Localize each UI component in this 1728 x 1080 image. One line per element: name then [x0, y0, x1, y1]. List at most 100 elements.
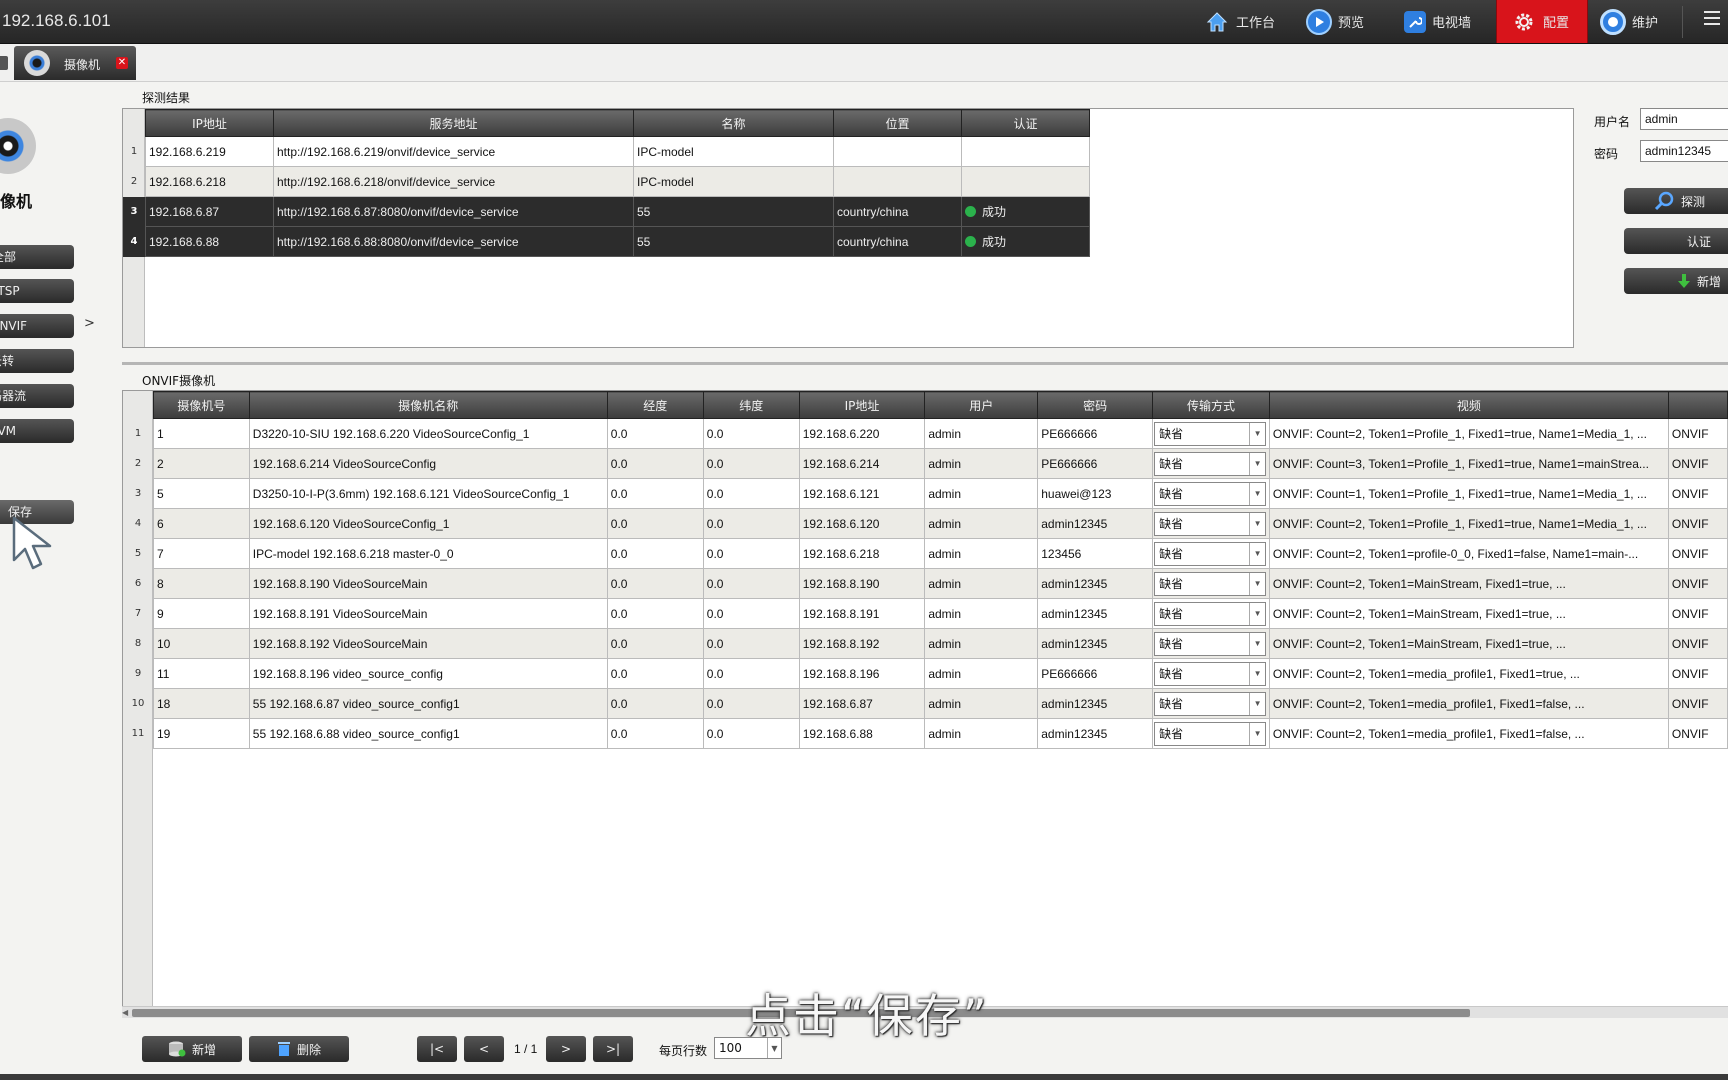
- sidebar-item-rtsp[interactable]: RTSP: [0, 279, 74, 303]
- name-cell: D3250-10-I-P(3.6mm) 192.168.6.121 VideoS…: [248, 478, 608, 509]
- column-header[interactable]: 密码: [1037, 391, 1154, 419]
- video-cell: ONVIF: Count=2, Token1=MainStream, Fixed…: [1268, 568, 1669, 599]
- nav-config[interactable]: 配置: [1496, 0, 1588, 43]
- table-row[interactable]: 192.168.6.88 http://192.168.6.88:8080/onv…: [145, 226, 1090, 257]
- column-header[interactable]: 认证: [961, 109, 1090, 137]
- transport-select[interactable]: 缺省 ▼: [1154, 721, 1267, 746]
- table-row[interactable]: 9 192.168.8.191 VideoSourceMain 0.0 0.0 192.…: [153, 598, 1728, 629]
- add-device-button[interactable]: 新增: [1624, 268, 1728, 294]
- name-cell: 192.168.8.192 VideoSourceMain: [248, 628, 608, 659]
- username-input[interactable]: admin: [1640, 108, 1728, 130]
- tab-label: 摄像机: [64, 58, 101, 72]
- auth-button[interactable]: 认证: [1624, 228, 1728, 254]
- column-header[interactable]: IP地址: [798, 391, 926, 419]
- nav-tv-wall[interactable]: 电视墙: [1404, 0, 1494, 43]
- column-header[interactable]: 视频: [1268, 391, 1669, 419]
- chevron-down-icon: ▼: [1249, 542, 1265, 565]
- id-cell: 2: [153, 448, 250, 479]
- transport-select[interactable]: 缺省 ▼: [1154, 661, 1267, 686]
- table-row[interactable]: 10 192.168.8.192 VideoSourceMain 0.0 0.0 192…: [153, 628, 1728, 659]
- transport-value: 缺省: [1159, 546, 1184, 561]
- column-header[interactable]: 服务地址: [273, 109, 634, 137]
- table-row[interactable]: 18 55 192.168.6.87 video_source_config1 0.…: [153, 688, 1728, 719]
- name-cell: 192.168.8.190 VideoSourceMain: [248, 568, 608, 599]
- name-cell: 192.168.8.196 video_source_config: [248, 658, 608, 689]
- add-camera-button[interactable]: 新增: [142, 1036, 242, 1062]
- pwd-cell: PE666666: [1037, 418, 1154, 449]
- column-header[interactable]: 纬度: [702, 391, 800, 419]
- table-row[interactable]: 5 D3250-10-I-P(3.6mm) 192.168.6.121 Video…: [153, 478, 1728, 509]
- table-row[interactable]: 1 D3220-10-SIU 192.168.6.220 VideoSourceC…: [153, 418, 1728, 449]
- delete-button[interactable]: 删除: [249, 1036, 349, 1062]
- transport-select[interactable]: 缺省 ▼: [1154, 451, 1267, 476]
- transport-select[interactable]: 缺省 ▼: [1154, 601, 1267, 626]
- video-cell: ONVIF: Count=3, Token1=Profile_1, Fixed1…: [1268, 448, 1669, 479]
- table-row[interactable]: 192.168.6.87 http://192.168.6.87:8080/onv…: [145, 196, 1090, 227]
- transport-select[interactable]: 缺省 ▼: [1154, 631, 1267, 656]
- tab-camera[interactable]: 摄像机 ✕: [14, 46, 136, 80]
- chevron-down-icon: ▼: [1249, 692, 1265, 715]
- table-row[interactable]: 192.168.6.219 http://192.168.6.219/onvif/…: [145, 136, 1090, 167]
- table-row[interactable]: 8 192.168.8.190 VideoSourceMain 0.0 0.0 192.…: [153, 568, 1728, 599]
- column-header[interactable]: [1667, 391, 1728, 419]
- nav-workbench[interactable]: 工作台: [1204, 0, 1290, 43]
- scroll-left-icon[interactable]: ◀: [122, 1008, 128, 1017]
- first-page-button[interactable]: |<: [417, 1036, 457, 1062]
- row-number: 3: [123, 197, 145, 227]
- pwd-cell: admin12345: [1037, 688, 1154, 719]
- transport-select[interactable]: 缺省 ▼: [1154, 421, 1267, 446]
- transport-select[interactable]: 缺省 ▼: [1154, 481, 1267, 506]
- user-cell: admin: [924, 628, 1039, 659]
- transport-select[interactable]: 缺省 ▼: [1154, 541, 1267, 566]
- per-page-select[interactable]: 100 ▼: [714, 1037, 782, 1059]
- row-number: 5: [134, 548, 142, 559]
- column-header[interactable]: 摄像机名称: [248, 391, 608, 419]
- last-page-button[interactable]: >|: [593, 1036, 633, 1062]
- tab-strip: 摄像机 ✕: [0, 44, 1728, 82]
- sidebar-item-cloud[interactable]: 云转: [0, 349, 74, 373]
- table-row[interactable]: 192.168.6.218 http://192.168.6.218/onvif/…: [145, 166, 1090, 197]
- row-number: 3: [134, 488, 142, 499]
- top-bar: 192.168.6.101 工作台 预览 电视墙 配置 维护: [0, 0, 1728, 44]
- close-icon[interactable]: ✕: [116, 57, 128, 69]
- column-header[interactable]: IP地址: [145, 109, 274, 137]
- video-cell: ONVIF: Count=1, Token1=Profile_1, Fixed1…: [1268, 478, 1669, 509]
- table-row[interactable]: 2 192.168.6.214 VideoSourceConfig 0.0 0.0 19…: [153, 448, 1728, 479]
- sidebar-item-avm[interactable]: AVM: [0, 419, 74, 443]
- sidebar-item-all[interactable]: 全部: [0, 245, 74, 269]
- table-row[interactable]: 7 IPC-model 192.168.6.218 master-0_0 0.0 0.…: [153, 538, 1728, 569]
- nav-preview[interactable]: 预览: [1306, 0, 1382, 43]
- transport-select[interactable]: 缺省 ▼: [1154, 571, 1267, 596]
- lat-cell: 0.0: [702, 568, 800, 599]
- video-cell: ONVIF: Count=2, Token1=MainStream, Fixed…: [1268, 628, 1669, 659]
- table-row[interactable]: 11 192.168.8.196 video_source_config 0.0 0.…: [153, 658, 1728, 689]
- prev-page-button[interactable]: <: [464, 1036, 504, 1062]
- extra-cell: ONVIF: [1667, 718, 1728, 749]
- table-row[interactable]: 19 55 192.168.6.88 video_source_config1 0.…: [153, 718, 1728, 749]
- transport-select[interactable]: 缺省 ▼: [1154, 691, 1267, 716]
- lat-cell: 0.0: [702, 628, 800, 659]
- onvif-camera-table: 1 2 3 4 5 6 7 8 9 10 11 摄像机号 摄像机名称 经度 纬度 IP地址 用户 密码 传输方式视…: [122, 390, 1728, 1018]
- column-header[interactable]: 摄像机号: [153, 391, 250, 419]
- sidebar-item-encoder-stream[interactable]: 编码器流: [0, 384, 74, 408]
- nav-maintain[interactable]: 维护: [1600, 0, 1680, 43]
- column-header[interactable]: 用户: [924, 391, 1039, 419]
- tab-scroll-left-button[interactable]: [0, 56, 8, 70]
- transport-value: 缺省: [1159, 696, 1184, 711]
- table-row[interactable]: 6 192.168.6.120 VideoSourceConfig_1 0.0 0.0…: [153, 508, 1728, 539]
- detect-button[interactable]: 探测: [1624, 188, 1728, 214]
- next-page-button[interactable]: >: [546, 1036, 586, 1062]
- user-cell: admin: [924, 598, 1039, 629]
- bottom-edge: [0, 1074, 1728, 1080]
- video-cell: ONVIF: Count=2, Token1=media_profile1, F…: [1268, 688, 1669, 719]
- camera-icon: [0, 118, 36, 174]
- column-header[interactable]: 经度: [606, 391, 704, 419]
- sidebar-item-onvif[interactable]: ONVIF: [0, 314, 74, 338]
- chevron-down-icon: ▼: [1249, 572, 1265, 595]
- hamburger-menu-icon[interactable]: [1704, 11, 1720, 27]
- password-input[interactable]: admin12345: [1640, 140, 1728, 162]
- column-header[interactable]: 传输方式: [1152, 391, 1270, 419]
- column-header[interactable]: 名称: [633, 109, 834, 137]
- column-header[interactable]: 位置: [833, 109, 962, 137]
- transport-select[interactable]: 缺省 ▼: [1154, 511, 1267, 536]
